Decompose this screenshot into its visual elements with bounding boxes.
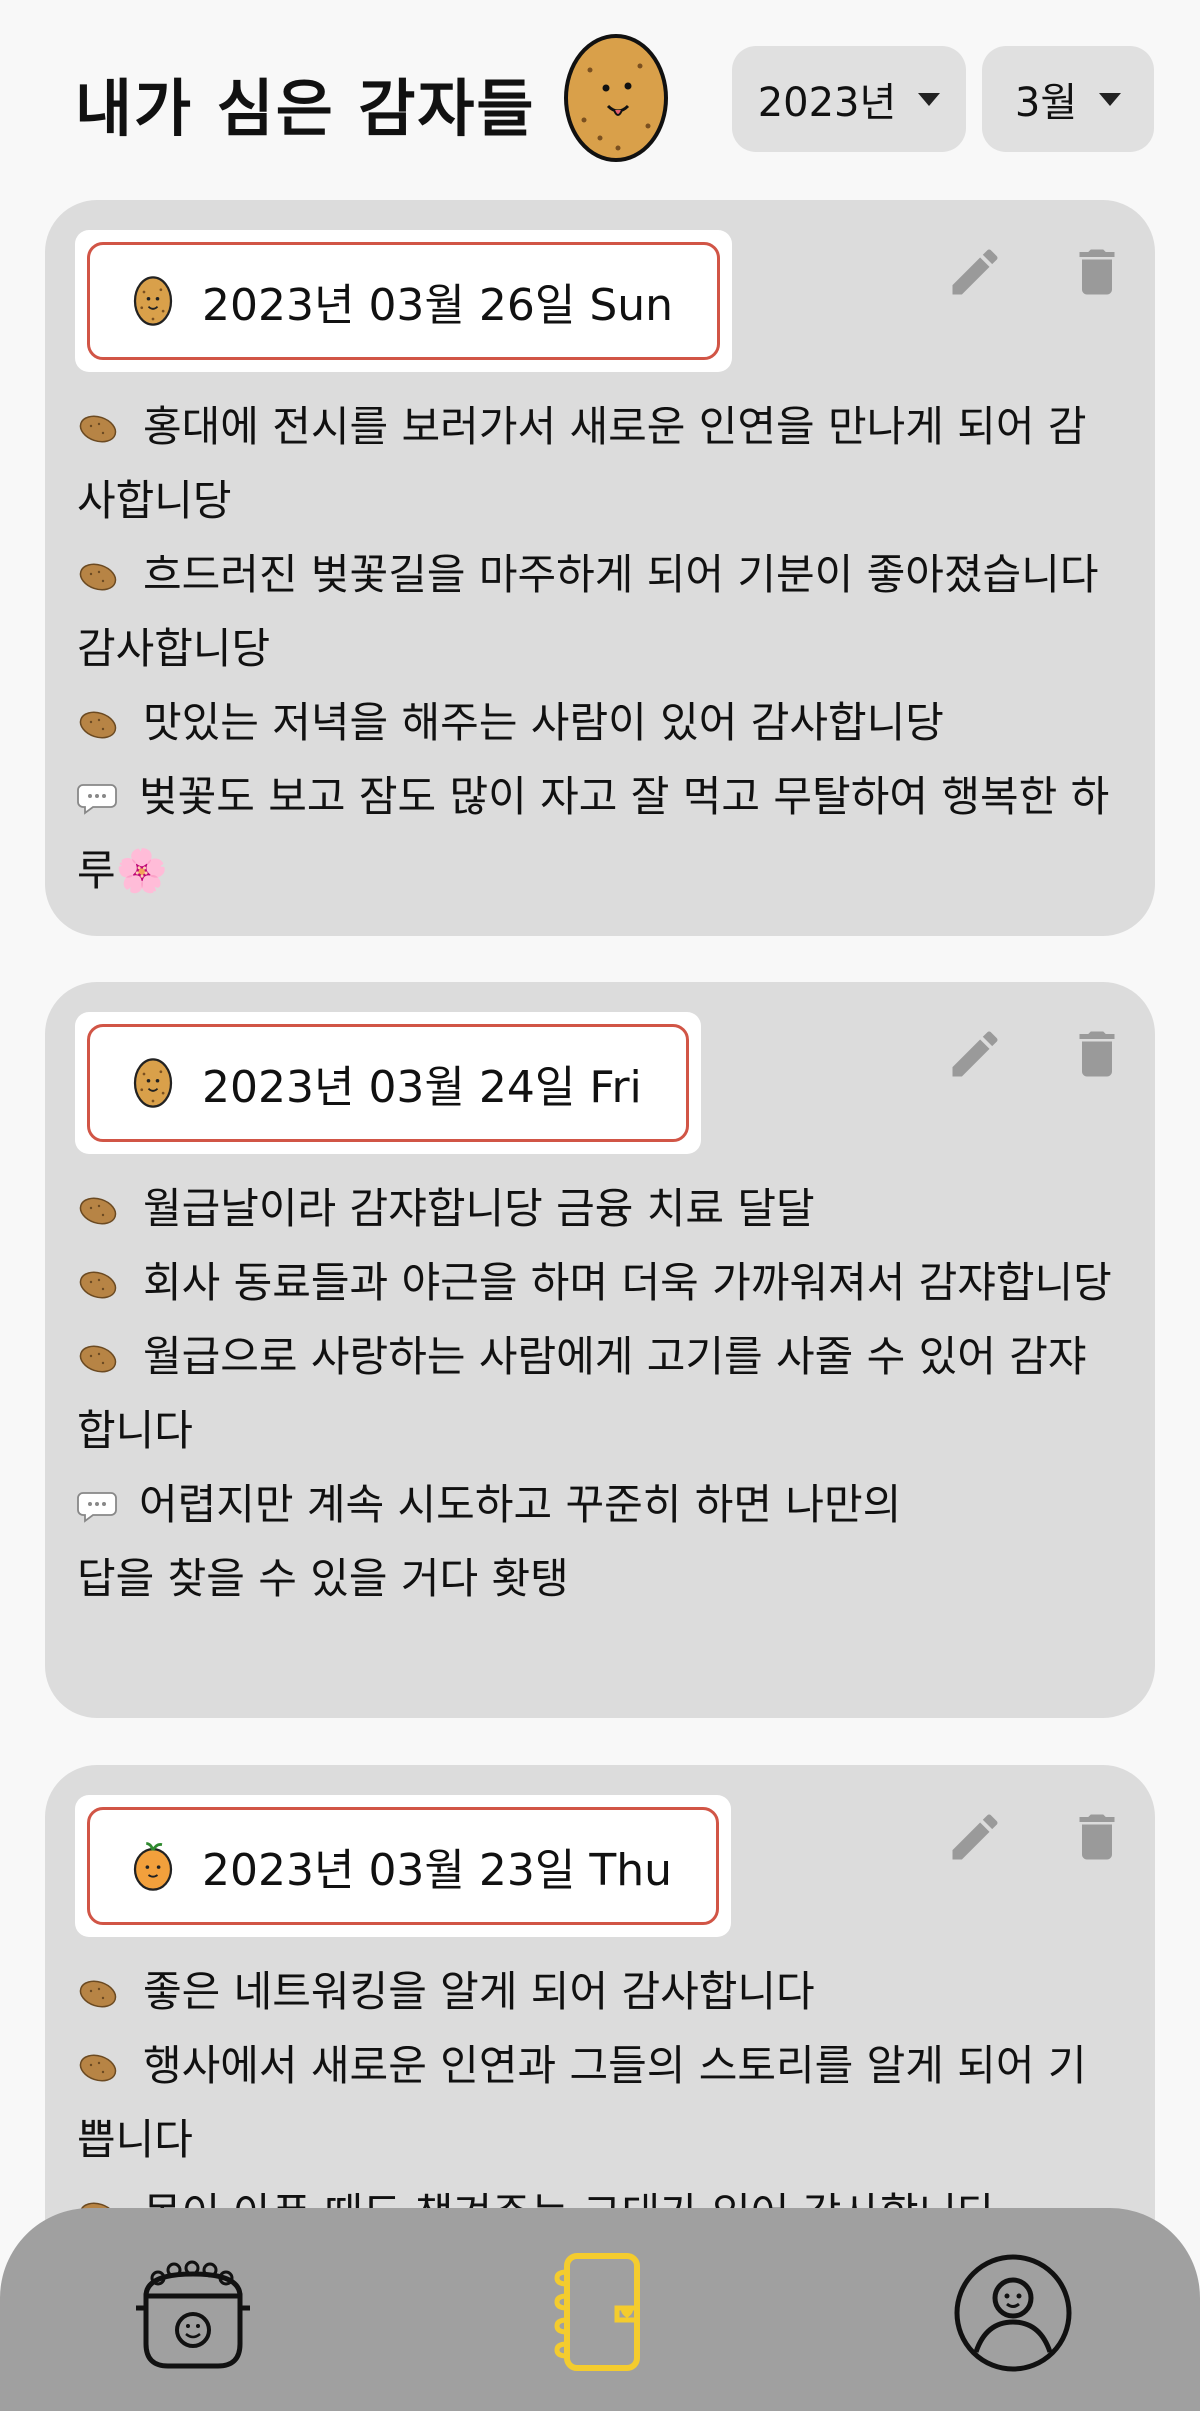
caret-down-icon: [918, 92, 941, 106]
potato-bullet-icon: [77, 1978, 119, 2010]
app-screen: 내가 심은 감자들 2023년 3월 2023년 03월 26일 Sun 홍대에…: [0, 0, 1200, 2411]
card-date: 2023년 03월 24일 Fri: [202, 1062, 642, 1113]
header: 내가 심은 감자들 2023년 3월: [0, 0, 1200, 190]
potato-bullet-icon: [77, 1269, 119, 1301]
month-select[interactable]: 3월: [982, 46, 1154, 152]
entry-item: 월급으로 사랑하는 사람에게 고기를 사줄 수 있어 감쟈합니다: [77, 1332, 1087, 1455]
potato-bullet-icon: [77, 1343, 119, 1375]
entry-item: 회사 동료들과 야근을 하며 더욱 가까워져서 감쟈합니당: [77, 1246, 1115, 1320]
potato-icon: [130, 1056, 176, 1110]
pencil-icon[interactable]: [945, 1024, 1005, 1084]
potato-icon: [130, 274, 176, 328]
entry-item: 월급날이라 감쟈합니당 금융 치료 달달: [77, 1172, 1115, 1246]
comment-item: 어렵지만 계속 시도하고 꾸준히 하면 나만의: [77, 1468, 1115, 1542]
trash-icon[interactable]: [1067, 1024, 1127, 1084]
potato-bullet-icon: [77, 413, 119, 445]
date-chip: 2023년 03월 26일 Sun: [75, 230, 733, 372]
trash-icon[interactable]: [1067, 1807, 1127, 1867]
rice-pot-icon[interactable]: [128, 2248, 258, 2378]
page-title: 내가 심은 감자들: [75, 72, 536, 145]
profile-icon[interactable]: [948, 2248, 1078, 2378]
potato-bullet-icon: [77, 709, 119, 741]
card-date: 2023년 03월 26일 Sun: [202, 280, 674, 331]
potato-bullet-icon: [77, 1195, 119, 1227]
card-date: 2023년 03월 23일 Thu: [202, 1845, 673, 1896]
potato-bullet-icon: [77, 561, 119, 593]
speech-bubble-icon: [77, 1489, 117, 1523]
date-chip: 2023년 03월 23일 Thu: [75, 1795, 732, 1937]
year-select[interactable]: 2023년: [732, 46, 966, 152]
caret-down-icon: [1099, 92, 1122, 106]
diary-icon[interactable]: [535, 2248, 665, 2378]
comment-line: 답을 찾을 수 있을 거다 홧탱: [77, 1554, 569, 1603]
date-chip: 2023년 03월 24일 Fri: [75, 1012, 701, 1154]
entry-item: 행사에서 새로운 인연과 그들의 스토리를 알게 되어 기쁩니다: [77, 2041, 1087, 2164]
entry-item: 좋은 네트워킹을 알게 되어 감사합니다: [77, 1955, 1115, 2029]
gratitude-card: 2023년 03월 24일 Fri 월급날이라 감쟈합니당 금융 치료 달달 회…: [45, 982, 1155, 1718]
entry-item: 맛있는 저녁을 해주는 사람이 있어 감사합니당: [77, 686, 1115, 760]
potato-bullet-icon: [77, 2052, 119, 2084]
pencil-icon[interactable]: [945, 242, 1005, 302]
year-select-value: 2023년: [757, 80, 897, 126]
gratitude-card: 2023년 03월 26일 Sun 홍대에 전시를 보러가서 새로운 인연을 만…: [45, 200, 1155, 936]
speech-bubble-icon: [77, 781, 117, 815]
entry-item: 홍대에 전시를 보러가서 새로운 인연을 만나게 되어 감사합니당: [77, 402, 1087, 525]
entry-item: 흐드러진 벚꽃길을 마주하게 되어 기분이 좋아졌습니다 감사합니당: [77, 550, 1099, 673]
month-select-value: 3월: [1014, 80, 1078, 126]
comment-item: 벚꽃도 보고 잠도 많이 자고 잘 먹고 무탈하여 행복한 하루🌸: [77, 772, 1110, 895]
tangerine-icon: [130, 1839, 176, 1893]
trash-icon[interactable]: [1067, 242, 1127, 302]
potato-mascot-icon: [564, 34, 668, 162]
pencil-icon[interactable]: [945, 1807, 1005, 1867]
bottom-nav: [0, 2208, 1200, 2411]
